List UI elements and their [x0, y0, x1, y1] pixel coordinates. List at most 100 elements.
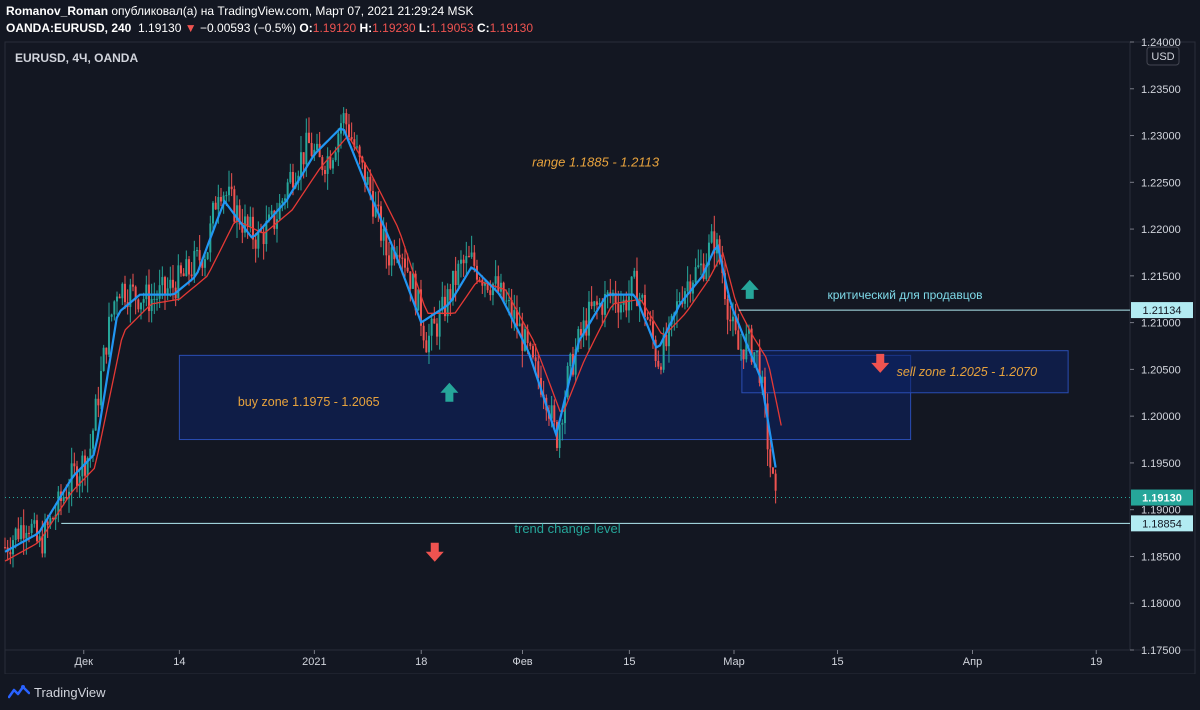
candle-down — [350, 137, 353, 140]
candle-up — [686, 281, 689, 292]
candle-up — [270, 210, 273, 215]
candle-down — [4, 547, 6, 549]
tradingview-logo-icon — [8, 685, 30, 699]
candle-up — [121, 283, 124, 299]
candle-down — [377, 204, 380, 207]
candle-up — [107, 316, 110, 355]
candle-up — [161, 277, 164, 286]
buy-zone-label: buy zone 1.1975 - 1.2065 — [238, 395, 380, 409]
candle-up — [699, 263, 702, 266]
price-chart[interactable]: 1.17500 1.18000 1.18500 1.19000 1.19500 1.200… — [0, 0, 1200, 674]
candle-down — [553, 405, 556, 423]
candle-up — [33, 520, 36, 524]
candle-up — [278, 203, 281, 220]
candle-down — [646, 316, 649, 320]
candle-up — [30, 523, 33, 533]
candle-down — [425, 340, 428, 353]
candle-up — [619, 304, 622, 313]
candle-down — [401, 257, 404, 259]
candle-up — [593, 301, 596, 307]
candle-up — [158, 285, 161, 299]
candle-up — [587, 301, 590, 336]
candle-up — [337, 133, 340, 153]
candle-up — [169, 279, 172, 289]
time-tick-label: Мар — [723, 656, 745, 668]
price-axis[interactable]: 1.17500 1.18000 1.18500 1.19000 1.19500 1.200… — [1130, 37, 1181, 657]
ma-fast-line — [4, 127, 777, 553]
candle-down — [449, 289, 452, 301]
candle-down — [291, 172, 294, 188]
candle-up — [390, 247, 393, 266]
price-tick-label: 1.21500 — [1141, 271, 1181, 283]
critical-level-tag-label: 1.21134 — [1143, 305, 1182, 317]
candle-up — [331, 160, 334, 169]
candle-down — [729, 319, 732, 322]
price-tick-label: 1.22500 — [1141, 177, 1181, 189]
trend-arrow-down-icon — [425, 542, 444, 562]
candle-down — [347, 124, 350, 138]
candle-down — [179, 265, 182, 274]
currency-button[interactable]: USD — [1146, 46, 1180, 66]
candle-up — [145, 284, 148, 300]
price-tick-label: 1.23500 — [1141, 84, 1181, 96]
candle-down — [22, 525, 25, 539]
candle-down — [27, 532, 30, 534]
candle-down — [310, 142, 313, 156]
candle-down — [323, 170, 326, 174]
price-tick-label: 1.22000 — [1141, 224, 1181, 236]
candle-up — [94, 398, 97, 431]
time-tick-label: 15 — [623, 656, 635, 668]
candle-down — [537, 361, 540, 378]
price-tick-label: 1.18500 — [1141, 551, 1181, 563]
candle-up — [281, 200, 284, 204]
candle-up — [342, 113, 345, 124]
candle-up — [110, 314, 113, 317]
candle-down — [387, 255, 390, 266]
candle-up — [630, 276, 633, 297]
candle-up — [249, 216, 252, 227]
candle-down — [665, 334, 668, 347]
candle-down — [73, 463, 76, 467]
candle-down — [473, 252, 476, 266]
candle-down — [345, 113, 348, 125]
candle-up — [513, 310, 516, 319]
candle-up — [227, 186, 230, 196]
candle-up — [505, 300, 508, 302]
candle-down — [97, 398, 100, 406]
candle-down — [254, 239, 257, 249]
time-tick-label: Дек — [75, 656, 94, 668]
candle-down — [497, 276, 500, 292]
time-tick-label: Фев — [512, 656, 532, 668]
candle-up — [62, 496, 65, 502]
candle-up — [139, 302, 142, 310]
candle-up — [438, 310, 441, 337]
moving-averages-layer — [4, 127, 782, 562]
candle-down — [123, 283, 126, 303]
candle-up — [494, 276, 497, 284]
candle-up — [739, 349, 742, 351]
candle-down — [187, 259, 190, 275]
candle-up — [430, 318, 433, 336]
candle-up — [710, 231, 713, 243]
footer: TradingView — [0, 674, 1200, 710]
candle-down — [659, 366, 662, 370]
candle-up — [731, 316, 734, 322]
candle-up — [91, 430, 94, 449]
candle-up — [217, 197, 220, 210]
candle-down — [435, 323, 438, 337]
chart-title: EURUSD, 4Ч, OANDA — [15, 51, 138, 65]
candle-down — [617, 303, 620, 313]
candle-up — [225, 195, 228, 197]
candles-layer — [4, 107, 777, 568]
price-tick-label: 1.17500 — [1141, 645, 1181, 657]
tradingview-logo[interactable]: TradingView — [8, 684, 106, 700]
candle-up — [289, 172, 292, 183]
candle-up — [366, 176, 369, 185]
candle-down — [726, 299, 729, 320]
candle-down — [422, 325, 425, 341]
time-tick-label: 14 — [173, 656, 185, 668]
time-axis[interactable]: Дек 14 2021 18 Фев 15 Мар 15 Апр 19 — [75, 650, 1103, 668]
candle-down — [137, 299, 140, 310]
candle-up — [19, 525, 22, 540]
candle-up — [755, 350, 758, 353]
